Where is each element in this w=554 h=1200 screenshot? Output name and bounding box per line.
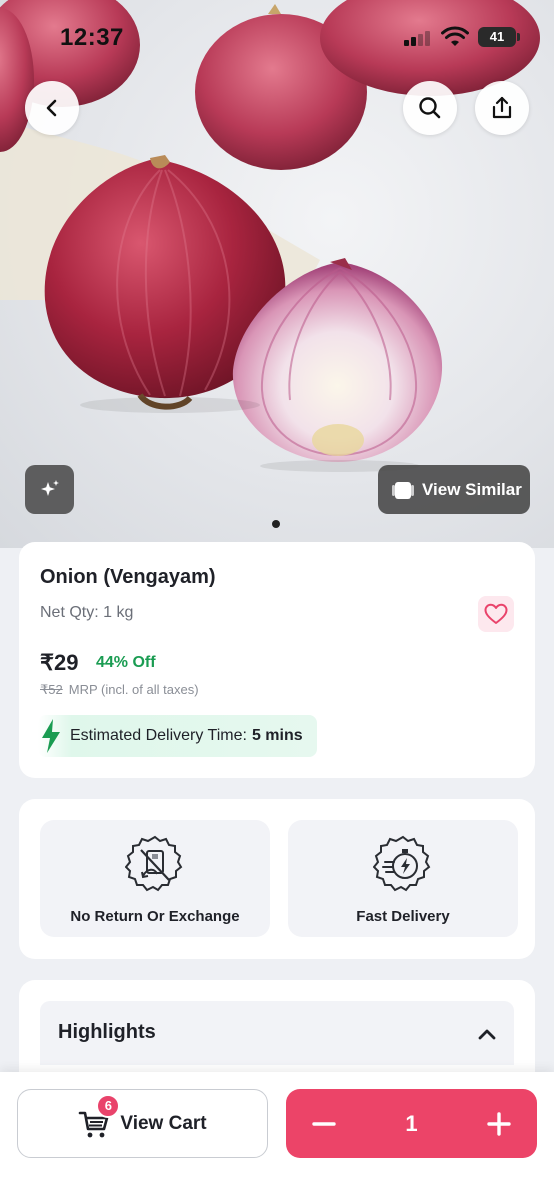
quantity-stepper: 1 [286,1089,537,1158]
features-card: No Return Or Exchange Fast Delivery [19,799,535,959]
feature-no-return[interactable]: No Return Or Exchange [40,820,270,937]
carousel-indicator [272,520,280,528]
delivery-time: 5 mins [251,727,303,744]
delivery-estimate: Estimated Delivery Time: 5 mins [38,714,317,758]
wifi-icon [441,26,469,46]
product-name: Onion (Vengayam) [40,566,216,588]
product-image-carousel[interactable]: 12:37 41 View Similar [0,0,554,548]
net-quantity: Net Qty: 1 kg [40,604,134,621]
cart-icon-wrap: 6 [78,1093,121,1140]
status-bar: 12:37 41 [0,0,554,72]
share-button[interactable] [475,81,529,135]
share-icon [492,96,512,119]
chevron-left-icon [46,99,57,117]
increment-button[interactable] [485,1110,513,1138]
ai-sparkle-button[interactable] [25,465,74,514]
delivery-label: Estimated Delivery Time: [70,727,247,744]
discount-badge: 44% Off [96,654,156,671]
mrp-row: ₹52 MRP (incl. of all taxes) [40,682,199,698]
delivery-pill: Estimated Delivery Time: 5 mins [38,715,317,757]
decrement-button[interactable] [310,1110,338,1138]
search-button[interactable] [403,81,457,135]
minus-icon [312,1121,336,1126]
feature-label: No Return Or Exchange [70,908,240,925]
no-return-icon [125,835,183,892]
heart-icon [484,603,508,624]
cart-count-badge: 6 [96,1093,121,1118]
mrp-price: ₹52 [40,682,63,697]
signal-icon [404,30,432,46]
battery-icon: 41 [478,27,520,47]
similar-items-icon [392,481,414,499]
bottom-action-bar: 6 View Cart 1 [0,1072,554,1200]
status-time: 12:37 [60,24,124,51]
feature-label: Fast Delivery [356,908,450,925]
chevron-up-icon [478,1029,496,1040]
view-similar-button[interactable]: View Similar [378,465,530,514]
quantity-value: 1 [405,1110,418,1136]
plus-icon [487,1111,511,1136]
search-icon [419,97,441,119]
sparkle-icon [40,479,59,496]
view-cart-button[interactable]: 6 View Cart [17,1089,268,1158]
product-info-card: Onion (Vengayam) Net Qty: 1 kg ₹29 44% O… [19,542,535,778]
feature-fast-delivery[interactable]: Fast Delivery [288,820,518,937]
wishlist-button[interactable] [478,596,514,632]
highlights-title: Highlights [58,1021,156,1043]
selling-price: ₹29 [40,650,79,675]
highlights-toggle[interactable]: Highlights [40,1001,514,1065]
view-cart-label: View Cart [120,1112,207,1134]
fast-delivery-icon [373,835,431,892]
view-similar-label: View Similar [422,479,522,499]
back-button[interactable] [25,81,79,135]
mrp-note: MRP (incl. of all taxes) [68,682,199,697]
lightning-icon [42,719,60,753]
